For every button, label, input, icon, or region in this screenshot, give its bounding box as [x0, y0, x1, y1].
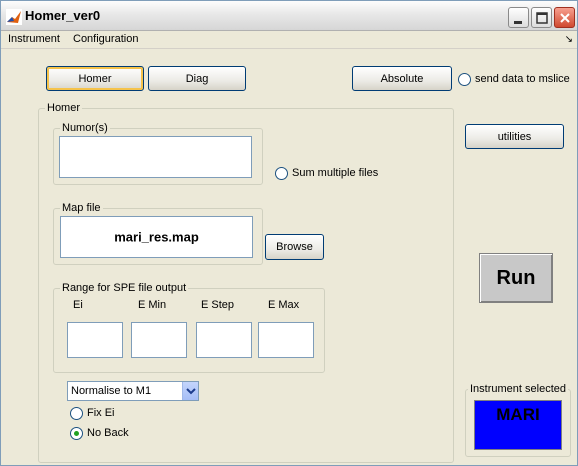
utilities-button[interactable]: utilities — [465, 124, 564, 149]
sum-multiple-files-label: Sum multiple files — [292, 167, 379, 179]
map-file-group-title: Map file — [60, 202, 103, 214]
run-button[interactable]: Run — [479, 253, 553, 303]
menu-bar: Instrument Configuration ↘ — [1, 31, 577, 49]
minimize-icon — [514, 21, 522, 24]
dock-arrow-icon[interactable]: ↘ — [565, 34, 573, 45]
sum-multiple-files-radio[interactable] — [275, 167, 288, 180]
no-back-radio[interactable] — [70, 427, 83, 440]
minimize-button[interactable] — [508, 7, 529, 28]
homer-panel-title: Homer — [45, 102, 83, 114]
normalise-select[interactable]: Normalise to M1 — [67, 381, 199, 401]
fix-ei-label: Fix Ei — [87, 407, 115, 419]
map-file-input[interactable]: mari_res.map — [60, 216, 253, 258]
instrument-display: MARI — [474, 400, 562, 450]
numors-input[interactable] — [59, 136, 252, 178]
matlab-icon — [6, 9, 22, 25]
menu-configuration[interactable]: Configuration — [73, 33, 138, 45]
absolute-button[interactable]: Absolute — [352, 66, 452, 91]
window-title: Homer_ver0 — [25, 8, 101, 23]
close-button[interactable] — [554, 7, 575, 28]
instrument-name: MARI — [496, 405, 540, 424]
instrument-group-title: Instrument selected — [468, 383, 568, 395]
maximize-icon — [536, 12, 548, 24]
app-window: Homer_ver0 Instrument Configuration ↘ Ho… — [0, 0, 578, 466]
maximize-button[interactable] — [531, 7, 552, 28]
emin-input[interactable] — [131, 322, 187, 358]
menu-instrument[interactable]: Instrument — [8, 33, 60, 45]
emin-label: E Min — [138, 299, 167, 311]
ei-input[interactable] — [67, 322, 123, 358]
range-group-title: Range for SPE file output — [60, 282, 189, 294]
send-to-mslice-radio[interactable] — [458, 73, 471, 86]
send-to-mslice-label: send data to mslice — [475, 73, 570, 85]
fix-ei-radio[interactable] — [70, 407, 83, 420]
title-bar: Homer_ver0 — [1, 1, 577, 31]
ei-label: Ei — [73, 299, 83, 311]
no-back-label: No Back — [87, 427, 129, 439]
chevron-down-icon — [186, 388, 196, 395]
browse-button[interactable]: Browse — [265, 234, 324, 260]
close-icon — [560, 13, 570, 23]
numors-group-title: Numor(s) — [60, 122, 110, 134]
emax-input[interactable] — [258, 322, 314, 358]
estep-label: E Step — [201, 299, 235, 311]
diag-button[interactable]: Diag — [148, 66, 246, 91]
map-file-value: mari_res.map — [114, 229, 199, 245]
emax-label: E Max — [268, 299, 300, 311]
dropdown-button[interactable] — [182, 382, 198, 400]
normalise-selected: Normalise to M1 — [71, 385, 152, 397]
estep-input[interactable] — [196, 322, 252, 358]
homer-button[interactable]: Homer — [46, 66, 144, 91]
